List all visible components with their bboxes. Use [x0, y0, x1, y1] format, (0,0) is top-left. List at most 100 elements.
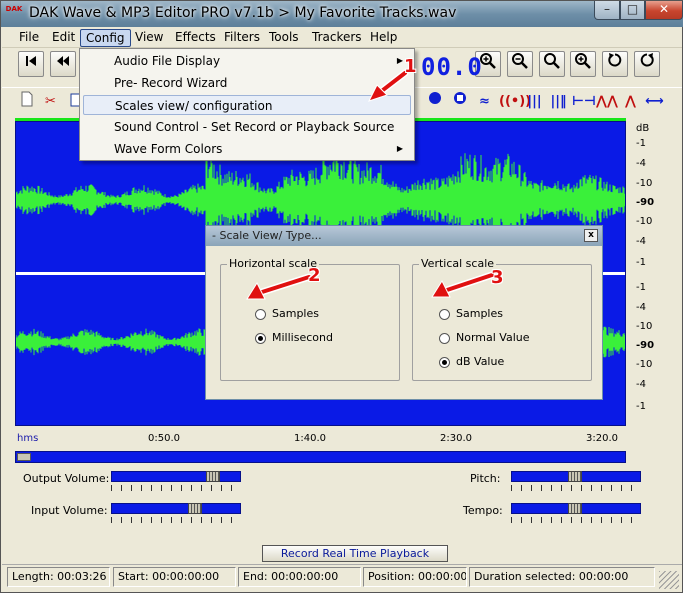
zoom-selection-icon — [575, 53, 591, 69]
status-length: Length: 00:03:26 — [7, 567, 110, 587]
menu-item-label: Sound Control - Set Record or Playback S… — [114, 120, 395, 134]
db-tick: -4 — [636, 379, 646, 390]
menu-file[interactable]: File — [14, 29, 44, 47]
menu-effects[interactable]: Effects — [170, 29, 221, 47]
echo-icon[interactable]: ((•)) — [499, 91, 531, 112]
amplify-icon[interactable]: ||| — [524, 91, 545, 112]
db-tick: -90 — [636, 197, 655, 208]
input-volume-label: Input Volume: — [31, 504, 108, 517]
radio-label: Normal Value — [456, 331, 530, 344]
rewind-button[interactable] — [50, 51, 76, 77]
status-duration: Duration selected: 00:00:00 — [469, 567, 655, 587]
vertical-samples-radio[interactable]: Samples — [439, 307, 503, 320]
radio-label: Samples — [272, 307, 319, 320]
slider-thumb[interactable] — [188, 503, 202, 514]
db-scale: dB -1 -4 -10 -90 -10 -4 -1 -1 -4 -10 -90… — [626, 121, 666, 426]
fade-icon[interactable]: ||‖ — [548, 91, 569, 112]
menu-item-sound-control[interactable]: Sound Control - Set Record or Playback S… — [83, 117, 411, 137]
radio-indicator — [439, 332, 450, 344]
horizontal-samples-radio[interactable]: Samples — [255, 307, 319, 320]
radio-indicator — [439, 356, 450, 368]
menu-item-label: Pre- Record Wizard — [114, 76, 228, 90]
menu-item-label: Wave Form Colors — [114, 142, 223, 156]
menu-trackers[interactable]: Trackers — [307, 29, 367, 47]
db-tick: -1 — [636, 257, 646, 268]
record-real-time-playback-button[interactable]: Record Real Time Playback — [262, 545, 448, 562]
slider-thumb[interactable] — [206, 471, 220, 482]
scrollbar-thumb[interactable] — [17, 453, 31, 461]
slider-ticks — [511, 517, 641, 523]
db-unit-label: dB — [636, 123, 650, 134]
time-tick: 0:50.0 — [148, 433, 180, 444]
radio-indicator — [255, 308, 266, 320]
vertical-normal-value-radio[interactable]: Normal Value — [439, 331, 530, 344]
menu-item-pre-record-wizard[interactable]: Pre- Record Wizard — [83, 73, 411, 93]
tempo-slider[interactable] — [511, 503, 641, 514]
annotation-number: 2 — [308, 265, 321, 286]
radio-indicator — [255, 332, 266, 344]
time-unit-label: hms — [17, 433, 39, 444]
menu-item-audio-file-display[interactable]: Audio File Display ▶ — [83, 51, 411, 71]
menu-tools[interactable]: Tools — [264, 29, 304, 47]
stop-record-icon[interactable] — [449, 91, 470, 112]
time-tick: 1:40.0 — [294, 433, 326, 444]
output-volume-label: Output Volume: — [23, 472, 110, 485]
menu-view[interactable]: View — [130, 29, 168, 47]
record-icon[interactable] — [424, 91, 445, 112]
insert-silence-icon[interactable]: ⊢⊣ — [572, 91, 596, 112]
new-file-icon[interactable] — [16, 91, 37, 112]
slider-thumb[interactable] — [568, 471, 582, 482]
radio-label: Millisecond — [272, 331, 333, 344]
zoom-selection-button[interactable] — [570, 51, 596, 77]
db-tick: -90 — [636, 340, 655, 351]
horizontal-scrollbar[interactable] — [15, 451, 626, 463]
annotation-number: 1 — [404, 56, 417, 77]
menu-item-wave-form-colors[interactable]: Wave Form Colors ▶ — [83, 139, 411, 159]
cut-icon[interactable]: ✂ — [40, 91, 61, 112]
menu-help[interactable]: Help — [365, 29, 402, 47]
radio-label: Samples — [456, 307, 503, 320]
db-tick: -10 — [636, 178, 653, 189]
app-icon: DAK — [5, 5, 23, 13]
equalizer-icon[interactable]: ⋀ — [620, 91, 641, 112]
maximize-button[interactable]: □ — [620, 1, 645, 20]
input-volume-slider[interactable] — [111, 503, 241, 514]
menu-config[interactable]: Config — [80, 29, 131, 47]
zoom-out-button[interactable] — [507, 51, 533, 77]
normalize-icon[interactable]: ⟷ — [644, 91, 665, 112]
dialog-close-button[interactable]: x — [584, 229, 598, 242]
menu-edit[interactable]: Edit — [47, 29, 80, 47]
skip-start-icon — [26, 56, 36, 66]
db-tick: -10 — [636, 321, 653, 332]
menu-item-scales-view-configuration[interactable]: Scales view/ configuration — [83, 95, 411, 115]
zoom-full-button[interactable] — [539, 51, 565, 77]
tempo-label: Tempo: — [463, 504, 503, 517]
annotation-arrow-2 — [246, 273, 313, 300]
horizontal-millisecond-radio[interactable]: Millisecond — [255, 331, 333, 344]
slider-thumb[interactable] — [568, 503, 582, 514]
close-button[interactable]: ✕ — [645, 1, 683, 20]
resize-grip[interactable] — [659, 571, 679, 589]
undo-button[interactable] — [602, 51, 628, 77]
db-tick: -4 — [636, 302, 646, 313]
redo-button[interactable] — [634, 51, 660, 77]
pitch-slider[interactable] — [511, 471, 641, 482]
annotation-number: 3 — [491, 267, 504, 288]
rotate-left-icon — [608, 53, 622, 67]
menu-filters[interactable]: Filters — [219, 29, 265, 47]
db-tick: -10 — [636, 359, 653, 370]
minimize-button[interactable]: – — [594, 1, 620, 20]
dialog-title: - Scale View/ Type... — [206, 226, 602, 246]
go-to-start-button[interactable] — [18, 51, 44, 77]
filter-icon[interactable]: ⋀⋀ — [596, 91, 618, 112]
output-volume-slider[interactable] — [111, 471, 241, 482]
radio-label: dB Value — [456, 355, 505, 368]
submenu-arrow-icon: ▶ — [396, 144, 403, 153]
wave-icon[interactable]: ≈ — [474, 91, 495, 112]
menu-bar: File Edit Config View Effects Filters To… — [2, 27, 682, 48]
radio-indicator — [439, 308, 450, 320]
window-title: DAK Wave & MP3 Editor PRO v7.1b > My Fav… — [29, 5, 457, 21]
vertical-db-value-radio[interactable]: dB Value — [439, 355, 504, 368]
menu-item-label: Scales view/ configuration — [115, 99, 273, 113]
title-bar: DAK DAK Wave & MP3 Editor PRO v7.1b > My… — [1, 1, 683, 27]
